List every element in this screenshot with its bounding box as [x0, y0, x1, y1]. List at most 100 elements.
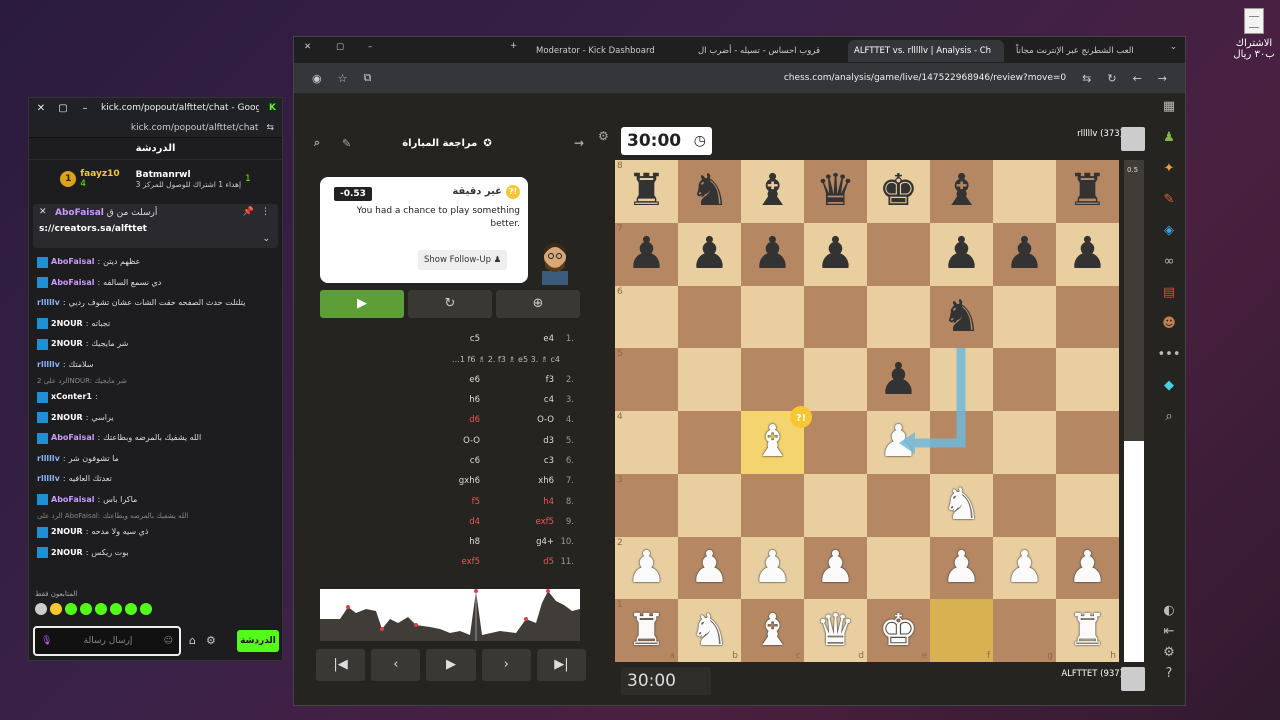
- tab-search-icon[interactable]: ⌄: [1170, 42, 1177, 52]
- chat-message[interactable]: rlllllv: ما تشوفون شر: [37, 449, 274, 470]
- close-icon[interactable]: ✕: [35, 103, 47, 114]
- chevron-down-icon[interactable]: ⌄: [262, 234, 270, 244]
- square-g5[interactable]: [993, 348, 1056, 411]
- move-row[interactable]: 4. O-O d6: [320, 410, 580, 430]
- square-g6[interactable]: [993, 285, 1056, 349]
- square-c8[interactable]: ♝: [741, 160, 804, 223]
- more-icon[interactable]: •••: [1158, 347, 1181, 362]
- square-b3[interactable]: [678, 473, 741, 537]
- white-pawn-icon[interactable]: ♟: [627, 545, 666, 590]
- square-a5[interactable]: 5: [615, 348, 678, 411]
- square-c4[interactable]: ♝: [741, 411, 804, 474]
- first-move-button[interactable]: |◀: [316, 649, 366, 681]
- white-pawn-icon[interactable]: ♟: [879, 420, 918, 464]
- chat-username[interactable]: 2NOUR: [51, 522, 83, 543]
- black-knight-icon[interactable]: ♞: [942, 294, 981, 339]
- square-d8[interactable]: ♛: [804, 160, 867, 223]
- white-move[interactable]: exf5: [494, 517, 554, 527]
- white-move[interactable]: c4: [494, 395, 554, 405]
- grid-icon[interactable]: ▦: [1163, 99, 1175, 114]
- tab-chess-analysis[interactable]: ALFTTET vs. rlllllv | Analysis - Ch: [848, 40, 1004, 62]
- black-pawn-icon[interactable]: ♟: [879, 357, 918, 402]
- chat-username[interactable]: 2NOUR: [51, 314, 83, 335]
- square-b5[interactable]: [678, 348, 741, 411]
- chat-message[interactable]: rlllllv: يتلتلت حدث الصفحه حقت الشات عشان…: [37, 293, 274, 314]
- white-move[interactable]: e4: [494, 334, 554, 344]
- back-icon[interactable]: ←: [1133, 72, 1142, 85]
- square-c5[interactable]: [741, 348, 804, 411]
- square-h6[interactable]: [1056, 285, 1119, 349]
- player-bottom-avatar[interactable]: [1121, 667, 1145, 691]
- square-b8[interactable]: ♞: [678, 160, 741, 223]
- move-row[interactable]: 10. g4+ h8: [320, 532, 580, 552]
- chat-username[interactable]: AboFaisal: [51, 252, 94, 273]
- square-f5[interactable]: [930, 348, 993, 411]
- black-king-icon[interactable]: ♚: [879, 169, 918, 213]
- variation-line[interactable]: …1 f6 ♗ 2. f3 ♗ e5 3. ♗ c4: [452, 355, 560, 364]
- white-rook-icon[interactable]: ♜: [1068, 608, 1107, 653]
- white-move[interactable]: h4: [494, 497, 554, 507]
- black-pawn-icon[interactable]: ♟: [753, 232, 792, 276]
- news-icon[interactable]: ▤: [1163, 285, 1175, 300]
- move-row[interactable]: 2. f3 e6: [320, 370, 580, 390]
- black-move[interactable]: d4: [420, 517, 480, 527]
- square-d5[interactable]: [804, 348, 867, 411]
- black-pawn-icon[interactable]: ♟: [816, 232, 855, 276]
- black-move[interactable]: h8: [420, 537, 480, 547]
- gear-icon[interactable]: ⚙: [1163, 645, 1175, 660]
- square-f7[interactable]: ♟: [930, 222, 993, 286]
- square-b4[interactable]: [678, 411, 741, 474]
- square-g7[interactable]: ♟: [993, 222, 1056, 286]
- white-pawn-icon[interactable]: ♟: [1068, 545, 1107, 590]
- black-rook-icon[interactable]: ♜: [1068, 169, 1107, 213]
- square-h5[interactable]: [1056, 348, 1119, 411]
- white-move[interactable]: f3: [494, 375, 554, 385]
- emote-icon[interactable]: [35, 603, 47, 615]
- white-move[interactable]: g4+: [494, 537, 554, 547]
- next-move-button[interactable]: ›: [481, 649, 531, 681]
- black-rook-icon[interactable]: ♜: [627, 169, 666, 213]
- chat-username[interactable]: rlllllv: [37, 469, 60, 490]
- store-icon[interactable]: ⌂: [189, 634, 196, 647]
- chat-username[interactable]: 2NOUR: [51, 408, 83, 429]
- chat-message[interactable]: xConter1:: [37, 387, 274, 408]
- reload-icon[interactable]: ↻: [1107, 72, 1116, 85]
- white-bishop-icon[interactable]: ♝: [753, 608, 792, 653]
- black-move[interactable]: gxh6: [420, 476, 480, 486]
- help-icon[interactable]: ?: [1166, 666, 1173, 681]
- binoculars-icon[interactable]: ∞: [1164, 254, 1175, 269]
- zoom-button[interactable]: ⊕: [496, 290, 580, 318]
- tab-youtube[interactable]: قروب احساس - تسيله - أضرب ال: [692, 40, 842, 62]
- square-a1[interactable]: 1 a ♜: [615, 599, 678, 662]
- black-move[interactable]: c6: [420, 456, 480, 466]
- search-icon[interactable]: ⌕: [1165, 409, 1172, 424]
- settings-icon[interactable]: ✎: [342, 137, 351, 150]
- arrow-right-icon[interactable]: →: [574, 136, 584, 150]
- social-icon[interactable]: ☻: [1162, 316, 1176, 331]
- gear-icon[interactable]: ⚙: [206, 634, 216, 647]
- square-a7[interactable]: 7 ♟: [615, 222, 678, 286]
- square-b2[interactable]: ♟: [678, 536, 741, 600]
- move-row[interactable]: 5. d3 O-O: [320, 430, 580, 450]
- black-move[interactable]: h6: [420, 395, 480, 405]
- square-d7[interactable]: ♟: [804, 222, 867, 286]
- diamond-icon[interactable]: ◆: [1164, 378, 1174, 393]
- leader-entry[interactable]: Batmanrwl إهداء 1 اشتراك للوصول للمركز 3…: [136, 170, 251, 189]
- square-h4[interactable]: [1056, 411, 1119, 474]
- chat-username[interactable]: AboFaisal: [51, 428, 94, 449]
- move-row[interactable]: …1 f6 ♗ 2. f3 ♗ e5 3. ♗ c4: [320, 349, 580, 369]
- black-pawn-icon[interactable]: ♟: [1005, 232, 1044, 276]
- black-move[interactable]: e6: [420, 375, 480, 385]
- chat-message[interactable]: rlllllv: تعدتك العافيه: [37, 469, 274, 490]
- white-knight-icon[interactable]: ♞: [942, 483, 981, 527]
- square-h3[interactable]: [1056, 473, 1119, 537]
- tab-chess-play[interactable]: العب الشطرنج عبر الإنترنت مجاناً: [1010, 40, 1160, 62]
- chat-username[interactable]: rlllllv: [37, 293, 60, 314]
- square-a3[interactable]: 3: [615, 473, 678, 537]
- player-top[interactable]: rlllllv (373): [1077, 129, 1123, 139]
- prev-move-button[interactable]: ‹: [371, 649, 421, 681]
- show-follow-up-button[interactable]: Show Follow-Up ♟: [418, 250, 508, 270]
- square-g8[interactable]: [993, 160, 1056, 223]
- square-e1[interactable]: e ♚: [867, 599, 930, 662]
- white-move[interactable]: c3: [494, 456, 554, 466]
